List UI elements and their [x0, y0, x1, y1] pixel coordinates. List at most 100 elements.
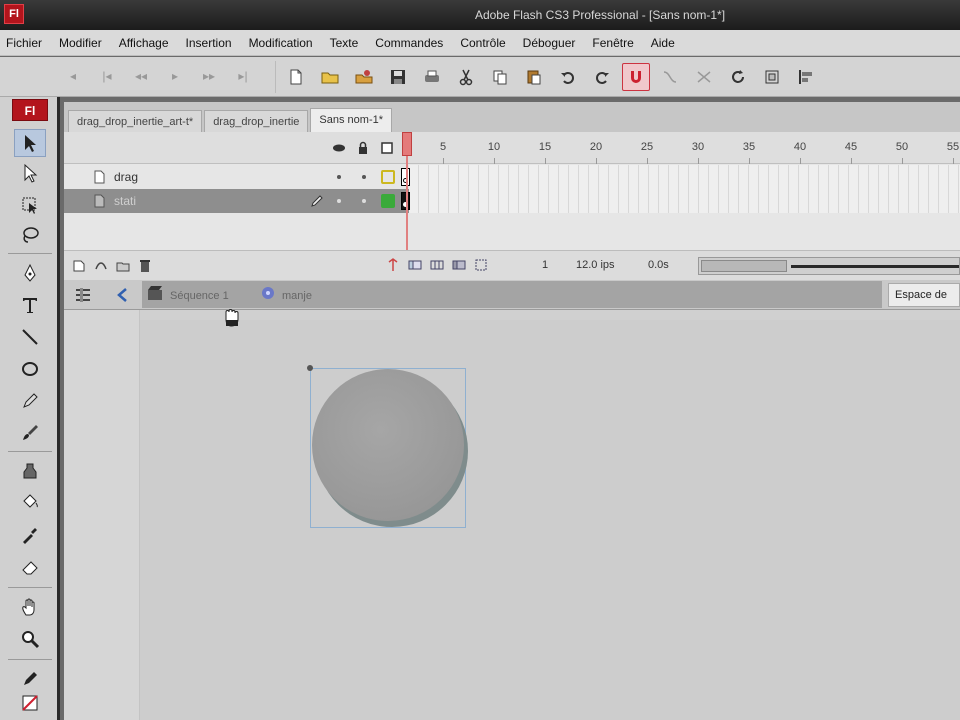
flash-app-icon[interactable]: Fl [4, 4, 24, 24]
paste-button[interactable] [520, 63, 548, 91]
line-tool[interactable] [14, 323, 46, 351]
scrollbar-thumb[interactable] [701, 260, 787, 272]
doc-tab-1[interactable]: drag_drop_inertie_art-t* [68, 110, 203, 132]
selection-tool[interactable] [14, 129, 46, 157]
edit-multiple-frames-icon[interactable] [452, 258, 466, 272]
trash-icon[interactable] [138, 259, 152, 273]
workspace-menu[interactable]: Espace de [888, 283, 960, 307]
onion-skin-icon[interactable] [408, 258, 422, 272]
hand-tool[interactable] [14, 593, 46, 621]
lasso-tool[interactable] [14, 221, 46, 249]
timeline-horizontal-scrollbar[interactable] [698, 257, 960, 275]
eraser-tool[interactable] [14, 553, 46, 581]
straighten-button[interactable] [690, 63, 718, 91]
menu-fenetre[interactable]: Fenêtre [592, 36, 633, 50]
crumb-scene[interactable]: Séquence 1 [170, 290, 229, 302]
layer-outline-color[interactable] [381, 170, 395, 184]
menu-controle[interactable]: Contrôle [460, 36, 505, 50]
menu-affichage[interactable]: Affichage [119, 36, 169, 50]
eyedropper-tool[interactable] [14, 521, 46, 549]
open-from-web-button[interactable] [350, 63, 378, 91]
subselect-arrow-icon [24, 163, 38, 183]
menu-texte[interactable]: Texte [330, 36, 359, 50]
frame-number-label: 25 [640, 141, 654, 153]
brush-tool[interactable] [14, 419, 46, 447]
circle-symbol[interactable] [312, 369, 464, 521]
ink-bottle-icon [23, 463, 37, 479]
line-icon [22, 329, 38, 345]
menu-commandes[interactable]: Commandes [375, 36, 443, 50]
text-tool[interactable] [14, 291, 46, 319]
center-frame-icon[interactable] [386, 258, 400, 272]
new-folder-icon[interactable] [116, 259, 130, 273]
layer-outline-color[interactable] [381, 194, 395, 208]
back-arrow-icon[interactable] [114, 286, 132, 304]
back-icon: ◂◂ [134, 69, 148, 83]
rotate-button[interactable] [724, 63, 752, 91]
layer-frames[interactable] [409, 165, 960, 189]
scale-button[interactable] [758, 63, 786, 91]
add-motion-guide-icon[interactable] [94, 259, 108, 273]
snap-to-objects-button[interactable] [622, 63, 650, 91]
lock-dot[interactable] [362, 175, 366, 179]
layer-row-drag[interactable]: drag [64, 165, 960, 189]
print-button[interactable] [418, 63, 446, 91]
outline-icon[interactable] [380, 141, 394, 155]
align-button[interactable] [792, 63, 820, 91]
scissors-icon [459, 69, 473, 86]
eye-icon[interactable] [332, 141, 346, 155]
oval-tool[interactable] [14, 355, 46, 383]
modify-onion-markers-icon[interactable] [474, 258, 488, 272]
redo-button[interactable] [588, 63, 616, 91]
doc-tab-2[interactable]: drag_drop_inertie [204, 110, 309, 132]
smooth-icon [663, 71, 677, 83]
copy-button[interactable] [486, 63, 514, 91]
lock-icon[interactable] [356, 141, 370, 155]
zoom-tool[interactable] [14, 625, 46, 653]
frame-number-label: 20 [589, 141, 603, 153]
onion-skin-outlines-icon[interactable] [430, 258, 444, 272]
crumb-symbol[interactable]: manje [282, 290, 312, 302]
smooth-button[interactable] [656, 63, 684, 91]
menu-deboguer[interactable]: Déboguer [523, 36, 576, 50]
layer-name-cell[interactable]: drag [64, 165, 409, 189]
ink-bottle-tool[interactable] [14, 457, 46, 485]
disabled-controller-buttons: ◂ |◂ ◂◂ ▸ ▸▸ ▸| [62, 63, 254, 89]
frame-ruler[interactable]: 5 10 15 20 25 30 35 40 45 50 55 [409, 132, 960, 164]
open-button[interactable] [316, 63, 344, 91]
layer-frames[interactable] [409, 189, 960, 213]
left-gutter [64, 310, 140, 720]
pen-tool[interactable] [14, 259, 46, 287]
doc-tab-3-active[interactable]: Sans nom-1* [310, 108, 393, 132]
free-transform-tool[interactable] [14, 191, 46, 219]
menu-insertion[interactable]: Insertion [186, 36, 232, 50]
copy-icon [493, 70, 507, 85]
movieclip-icon [262, 287, 274, 299]
new-layer-icon[interactable] [72, 259, 86, 273]
visibility-dot[interactable] [337, 175, 341, 179]
flash-window: Fl Adobe Flash CS3 Professional - [Sans … [0, 0, 960, 720]
visibility-dot[interactable] [337, 199, 341, 203]
pencil-tool[interactable] [14, 387, 46, 415]
menu-fichier[interactable]: Fichier [6, 36, 42, 50]
menu-modifier[interactable]: Modifier [59, 36, 102, 50]
cut-button[interactable] [452, 63, 480, 91]
layer-page-icon [94, 170, 105, 184]
undo-button[interactable] [554, 63, 582, 91]
layer-name-cell[interactable]: stati [64, 189, 409, 213]
timeline-toggle-icon[interactable] [74, 286, 92, 304]
menu-aide[interactable]: Aide [651, 36, 675, 50]
menu-modification[interactable]: Modification [249, 36, 313, 50]
stage[interactable] [140, 320, 960, 720]
end-icon: ▸| [238, 69, 248, 83]
tools-separator [8, 451, 52, 452]
save-button[interactable] [384, 63, 412, 91]
playhead-handle[interactable] [402, 132, 412, 156]
paint-bucket-tool[interactable] [14, 489, 46, 517]
lock-dot[interactable] [362, 199, 366, 203]
standard-toolbar [275, 61, 820, 93]
new-document-button[interactable] [282, 63, 310, 91]
subselection-tool[interactable] [14, 159, 46, 187]
layer-row-stati[interactable]: stati [64, 189, 960, 213]
fill-color-tool[interactable] [14, 689, 46, 717]
